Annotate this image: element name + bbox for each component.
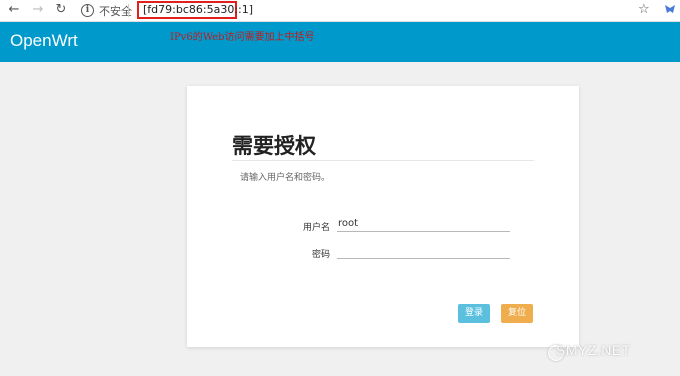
browser-toolbar: ← → ↻ i 不安全 [fd79:bc86:5a30::1] ☆ — [0, 0, 680, 22]
forward-arrow-icon[interactable]: → — [30, 2, 46, 18]
annotation-text: IPv6的Web访问需要加上中括号 — [170, 32, 315, 43]
bookmark-star-icon[interactable]: ☆ — [638, 2, 650, 18]
login-card: 需要授权 请输入用户名和密码。 用户名 密码 登录 复位 — [187, 86, 579, 347]
username-field[interactable] — [337, 216, 510, 232]
extension-icon[interactable] — [664, 3, 676, 15]
title-divider — [232, 160, 534, 161]
reset-button[interactable]: 复位 — [501, 304, 533, 323]
address-bar[interactable]: [fd79:bc86:5a30::1] — [137, 1, 253, 19]
reload-icon[interactable]: ↻ — [53, 2, 69, 18]
username-label: 用户名 — [302, 223, 330, 233]
password-field[interactable] — [337, 243, 510, 259]
app-header: OpenWrt IPv6的Web访问需要加上中括号 — [0, 22, 680, 62]
login-button[interactable]: 登录 — [458, 304, 490, 323]
back-arrow-icon[interactable]: ← — [6, 2, 22, 18]
watermark-text: SMYZ.NET — [556, 342, 631, 358]
brand-logo[interactable]: OpenWrt — [10, 31, 78, 51]
url-separator — [128, 4, 129, 17]
page-title: 需要授权 — [232, 134, 316, 158]
password-label: 密码 — [311, 250, 330, 260]
info-icon[interactable]: i — [81, 4, 94, 17]
login-description: 请输入用户名和密码。 — [240, 173, 331, 183]
